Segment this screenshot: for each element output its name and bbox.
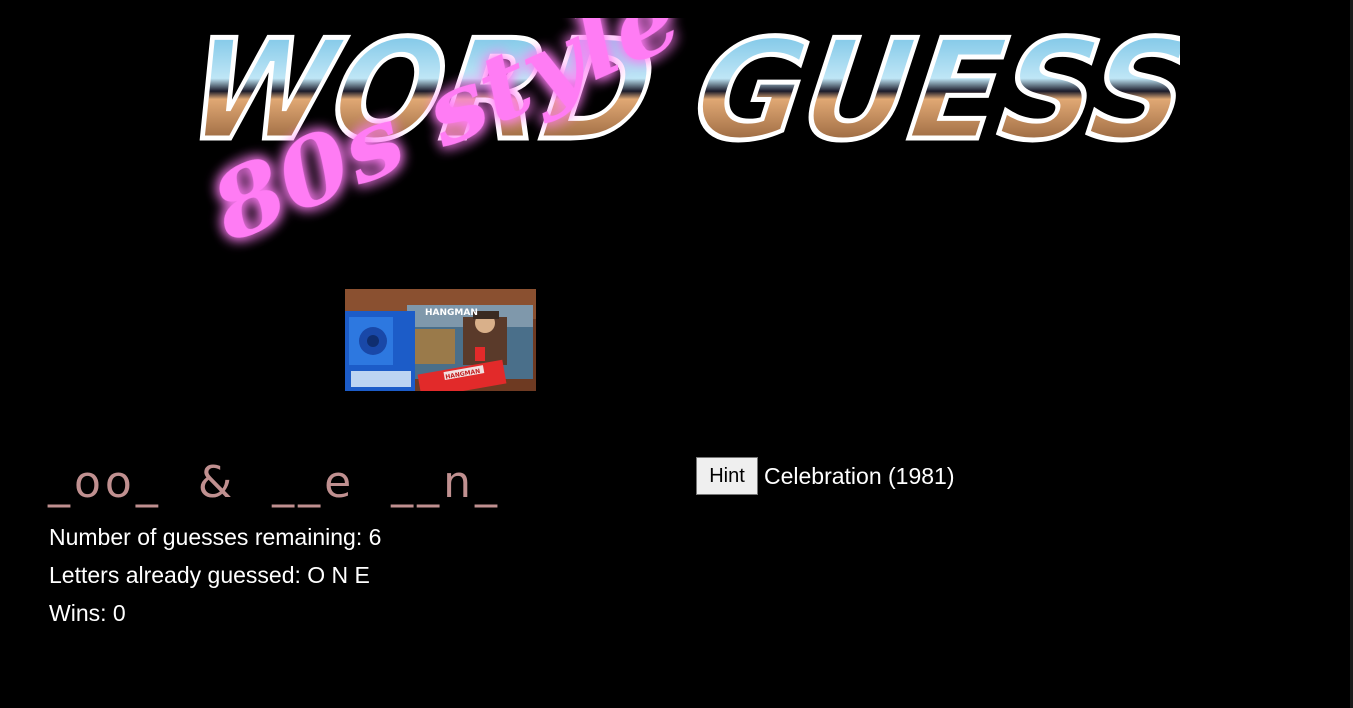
hint-text: Celebration (1981) xyxy=(764,462,955,489)
wins-value: 0 xyxy=(112,600,126,626)
letters-guessed-value: O N E xyxy=(307,562,370,588)
word-display: _oo_ & __e __n_ xyxy=(48,457,502,508)
hint-button[interactable]: Hint xyxy=(696,457,758,495)
game-stats: Number of guesses remaining: 6 Letters a… xyxy=(49,520,381,634)
letters-guessed-row: Letters already guessed: O N E xyxy=(49,558,381,596)
letters-guessed-label: Letters already guessed: xyxy=(49,562,308,588)
guesses-remaining-value: 6 xyxy=(368,524,382,550)
wins-label: Wins: xyxy=(49,600,113,626)
hint-area: Hint Celebration (1981) xyxy=(696,457,955,495)
game-page: WORD GUESS 80s style HANGMAN HANGMAN _oo… xyxy=(0,0,1353,708)
guesses-remaining-row: Number of guesses remaining: 6 xyxy=(49,520,381,558)
wins-row: Wins: 0 xyxy=(49,596,381,634)
logo-guess-text: GUESS xyxy=(670,18,1180,171)
word-guess-logo: WORD GUESS 80s style xyxy=(163,18,1180,264)
guesses-remaining-label: Number of guesses remaining: xyxy=(49,524,369,550)
photo-box-title: HANGMAN xyxy=(425,308,478,318)
hangman-game-photo: HANGMAN HANGMAN xyxy=(345,289,536,391)
